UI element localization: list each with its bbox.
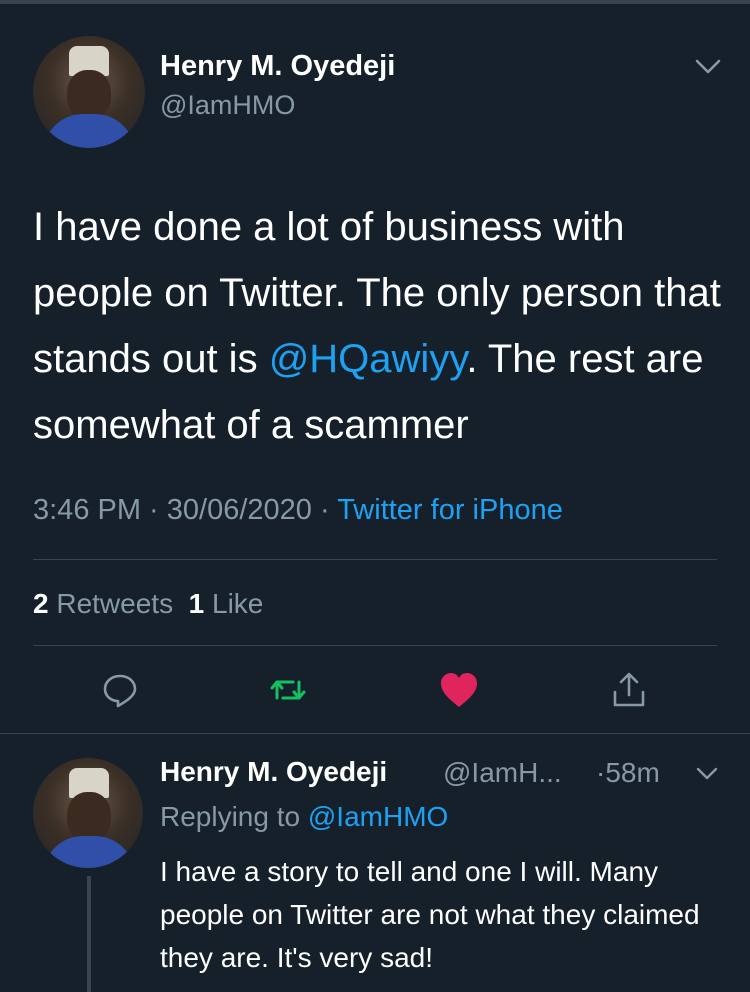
thread-line — [87, 876, 91, 992]
tweet-separator — [0, 733, 750, 734]
tweet-time[interactable]: 3:46 PM — [33, 494, 141, 526]
divider — [33, 559, 717, 560]
meta-separator: · — [311, 494, 338, 526]
reply-author-handle[interactable]: @IamH... — [443, 757, 562, 789]
retweet-icon — [268, 670, 308, 715]
author-handle[interactable]: @IamHMO — [160, 90, 295, 121]
tweet-stats: 2 Retweets 1 Like — [33, 588, 263, 620]
reply-author-name[interactable]: Henry M. Oyedeji — [160, 756, 387, 788]
replying-to-handle[interactable]: @IamHMO — [308, 801, 448, 832]
reply-time-value: 58m — [605, 757, 660, 788]
retweets-stat[interactable]: 2 Retweets — [33, 588, 173, 619]
chevron-down-icon[interactable] — [694, 58, 722, 81]
share-icon — [609, 670, 649, 715]
reply-time-separator: · — [596, 757, 606, 788]
likes-stat[interactable]: 1 Like — [189, 588, 264, 619]
tweet-source[interactable]: Twitter for iPhone — [337, 494, 563, 526]
reply-timestamp[interactable]: ·58m — [596, 757, 660, 789]
divider — [33, 645, 717, 646]
heart-icon — [438, 670, 480, 715]
likes-count: 1 — [188, 588, 205, 619]
main-tweet: Henry M. Oyedeji @IamHMO I have done a l… — [0, 4, 750, 734]
retweets-count: 2 — [33, 588, 49, 619]
reply-text: I have a story to tell and one I will. M… — [160, 856, 700, 973]
author-avatar[interactable] — [33, 36, 145, 148]
reply-button[interactable] — [95, 667, 145, 717]
tweet-mention-link[interactable]: @HQawiyy — [269, 337, 467, 381]
meta-separator: · — [141, 494, 167, 526]
replying-to-label: Replying to — [160, 801, 301, 832]
reply-icon — [100, 670, 140, 715]
tweet-text: I have done a lot of business with peopl… — [33, 194, 723, 458]
tweet-meta: 3:46 PM · 30/06/2020 · Twitter for iPhon… — [33, 494, 563, 527]
retweet-button[interactable] — [263, 667, 313, 717]
like-button[interactable] — [434, 667, 484, 717]
replying-to: Replying to @IamHMO — [160, 801, 448, 833]
chevron-down-icon[interactable] — [695, 766, 719, 787]
likes-label: Like — [212, 588, 264, 619]
tweet-date[interactable]: 30/06/2020 — [167, 494, 312, 526]
reply-author-avatar[interactable] — [33, 758, 143, 868]
retweets-label: Retweets — [56, 588, 174, 619]
author-name[interactable]: Henry M. Oyedeji — [160, 50, 395, 83]
share-button[interactable] — [604, 667, 654, 717]
